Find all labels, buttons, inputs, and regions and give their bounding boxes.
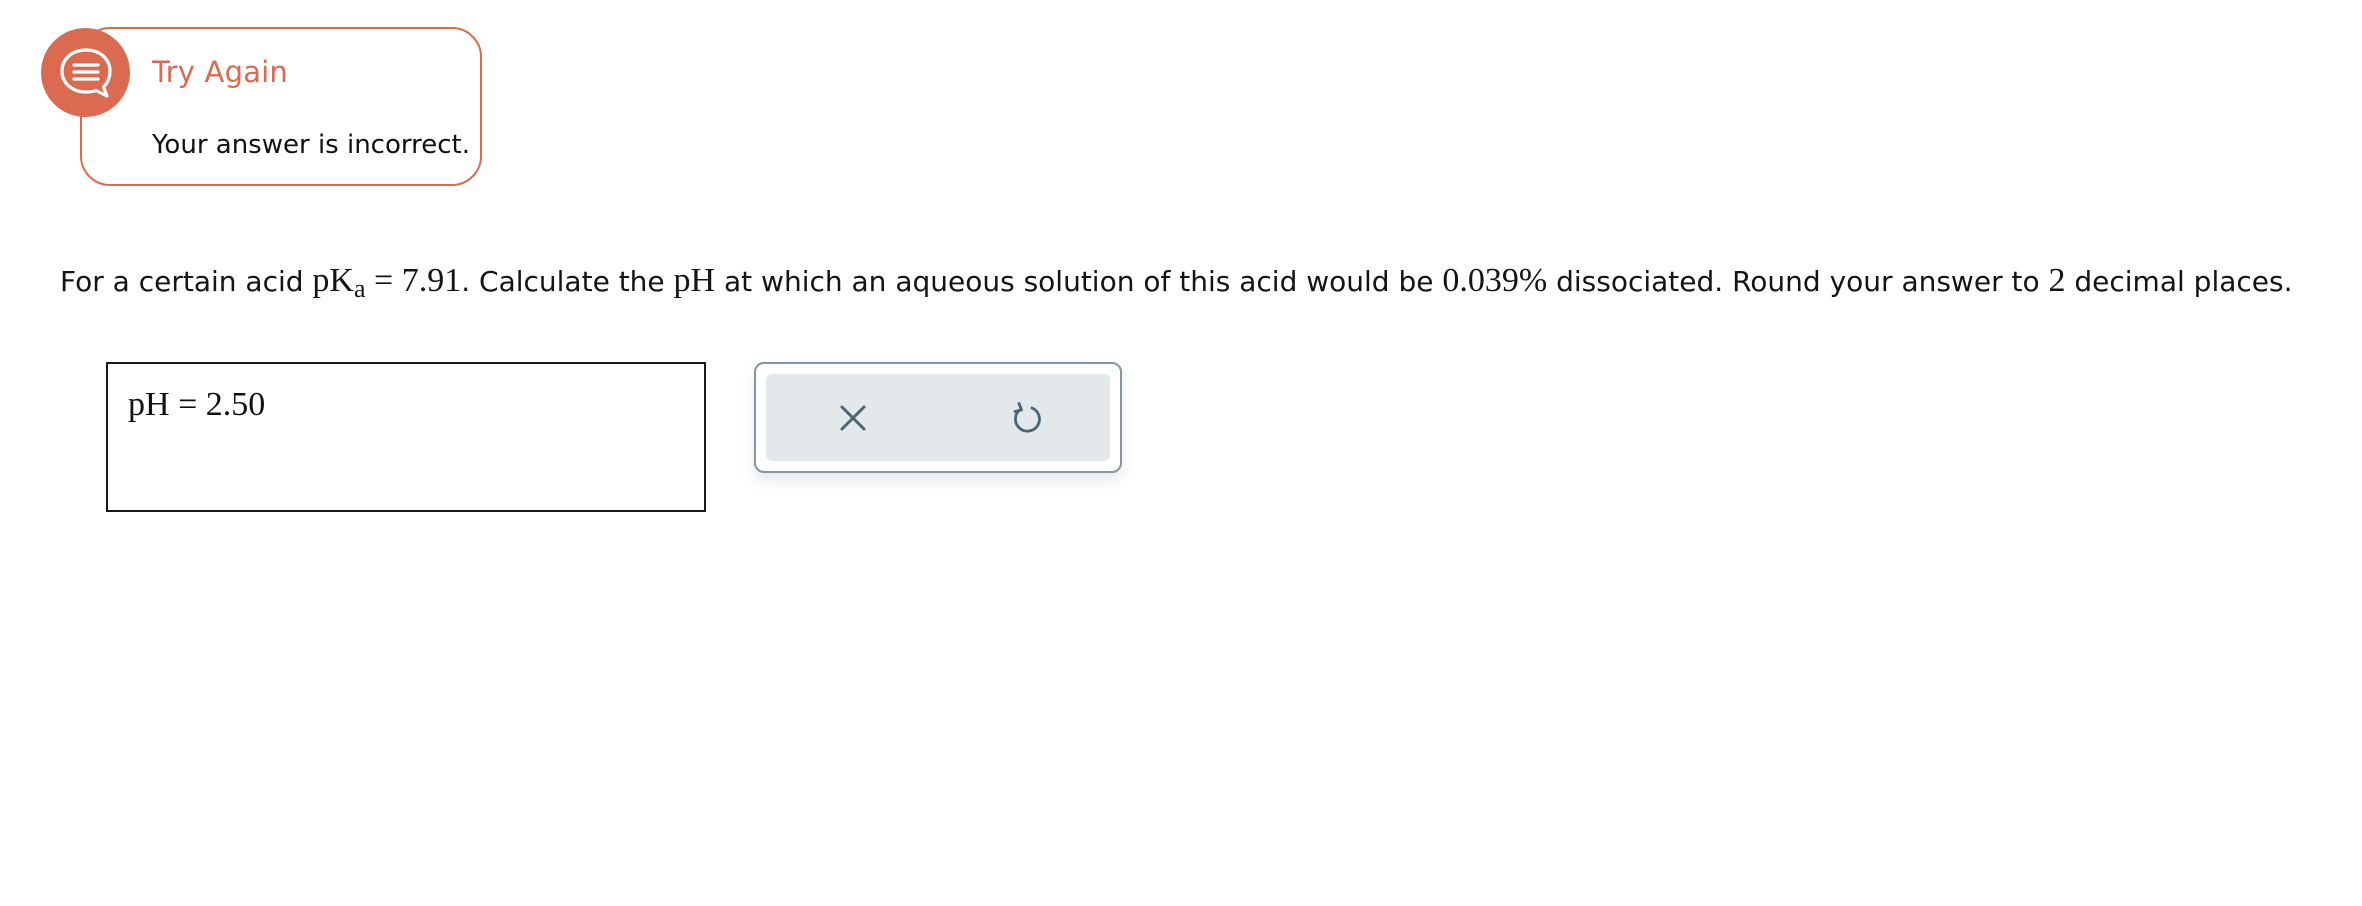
pka-equals: =: [365, 262, 402, 299]
pka-symbol: pKa = 7.91: [312, 262, 462, 303]
chat-bubble-glyph: [59, 47, 112, 98]
answer-tools-panel: [754, 362, 1122, 473]
clear-button[interactable]: [766, 374, 940, 461]
question-prefix: For a certain acid: [60, 265, 313, 298]
feedback-message: Your answer is incorrect.: [152, 130, 470, 160]
decimal-places: 2: [2048, 262, 2066, 299]
question-part3: at which an aqueous solution of this aci…: [715, 265, 1443, 298]
ph-symbol: pH: [673, 262, 716, 299]
undo-icon: [1013, 401, 1041, 433]
question-part5: decimal places.: [2065, 265, 2293, 298]
pka-subscript: a: [353, 274, 366, 303]
percent-value: 0.039%: [1442, 262, 1548, 299]
feedback-title: Try Again: [152, 55, 289, 89]
question-part4: dissociated. Round your answer to: [1547, 265, 2049, 298]
answer-label: pH: [128, 386, 170, 423]
close-icon: [840, 405, 866, 430]
chat-bubble-icon: [41, 28, 130, 117]
answer-input[interactable]: pH = 2.50: [106, 362, 706, 512]
undo-button[interactable]: [940, 374, 1114, 461]
question-text: For a certain acid pKa = 7.91. Calculate…: [60, 258, 2360, 306]
answer-tools-background: [766, 374, 1110, 461]
answer-value[interactable]: 2.50: [206, 386, 266, 423]
pka-symbol-text: pK: [312, 262, 354, 299]
answer-equals: =: [169, 386, 206, 423]
feedback-panel: [80, 27, 482, 186]
question-part2: . Calculate the: [461, 265, 674, 298]
pka-value: 7.91: [401, 262, 462, 299]
answer-expression[interactable]: pH = 2.50: [128, 386, 265, 424]
